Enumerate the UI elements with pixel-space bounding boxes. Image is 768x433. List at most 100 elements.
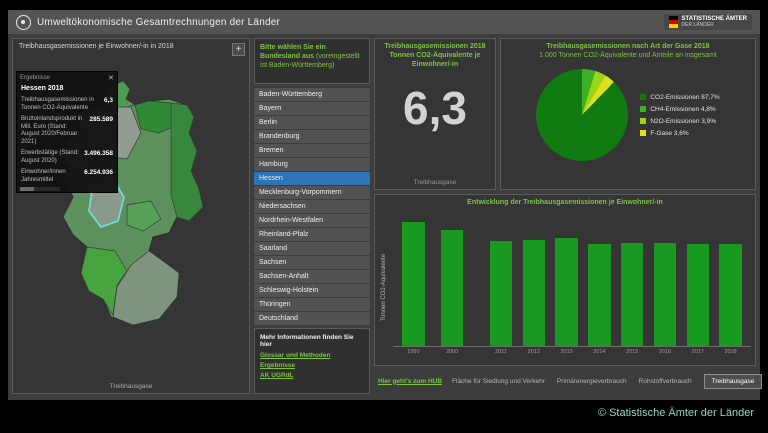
legend-item: CH4-Emissionen 4,8%: [640, 106, 719, 113]
legend-label: CO2-Emissionen 87,7%: [650, 94, 719, 101]
kpi-panel: Treibhausgasemissionen 2018 Tonnen CO2-Ä…: [374, 38, 496, 190]
x-tick-label: 2016: [649, 347, 682, 357]
state-item-saarland[interactable]: Saarland: [254, 242, 370, 255]
popup-scrollbar[interactable]: [20, 187, 60, 191]
state-item-bremen[interactable]: Bremen: [254, 144, 370, 157]
info-link[interactable]: AK UGRdL: [260, 372, 364, 379]
pie-chart-panel: Treibhausgasemissionen nach Art der Gase…: [500, 38, 756, 190]
nav-tab-primärenergieverbrauch[interactable]: Primärenergieverbrauch: [557, 378, 627, 385]
bar-2017[interactable]: [687, 244, 709, 346]
nav-tab-fläche-für-siedlung-und-verkehr[interactable]: Fläche für Siedlung und Verkehr: [452, 378, 545, 385]
nav-tab-treibhausgase[interactable]: Treibhausgase: [704, 374, 763, 389]
state-list: Baden-WürttembergBayernBerlinBrandenburg…: [254, 88, 370, 326]
bar-slot: [616, 217, 649, 346]
popup-row-value: 6,3: [104, 97, 113, 112]
legend-label: N2O-Emissionen 3,9%: [650, 118, 716, 125]
map-panel: Treibhausgasemissionen je Einwohner/-in …: [12, 38, 250, 394]
x-tick-label: 2013: [550, 347, 583, 357]
state-item-rheinland-pfalz[interactable]: Rheinland-Pfalz: [254, 228, 370, 241]
state-item-hessen[interactable]: Hessen: [254, 172, 370, 185]
legend-item: F-Gase 3,6%: [640, 130, 719, 137]
bar-2011[interactable]: [490, 241, 512, 346]
copyright: © Statistische Ämter der Länder: [598, 407, 754, 419]
popup-row: Erwerbstätige (Stand: August 2020)3.496.…: [17, 148, 117, 167]
state-shape-east[interactable]: [171, 103, 203, 221]
info-heading: Mehr Informationen finden Sie hier: [260, 334, 364, 348]
nav-tabs: Fläche für Siedlung und Verkehr Primärene…: [452, 374, 762, 389]
state-item-niedersachsen[interactable]: Niedersachsen: [254, 200, 370, 213]
x-tick-label: 2012: [517, 347, 550, 357]
selector-header: Bitte wählen Sie ein Bundesland aus (vor…: [254, 38, 370, 84]
pie-subtitle: 1 000 Tonnen CO2-Äquivalente und Anteile…: [505, 52, 751, 61]
state-item-bayern[interactable]: Bayern: [254, 102, 370, 115]
state-item-sachsen[interactable]: Sachsen: [254, 256, 370, 269]
x-tick-label: 2000: [436, 347, 469, 357]
info-link[interactable]: Ergebnisse: [260, 362, 364, 369]
bar-slot: [397, 217, 430, 346]
x-tick-label: 2018: [714, 347, 747, 357]
pie-chart[interactable]: [536, 69, 628, 161]
state-item-hamburg[interactable]: Hamburg: [254, 158, 370, 171]
legend-swatch-icon: [640, 118, 646, 124]
popup-row: Bruttoinlandsprodukt in Mill. Euro (Stan…: [17, 114, 117, 148]
bar-2012[interactable]: [523, 240, 545, 346]
legend-label: F-Gase 3,6%: [650, 130, 688, 137]
german-flag-icon: [669, 16, 678, 28]
bar-slot: [550, 217, 583, 346]
bar-2015[interactable]: [621, 243, 643, 346]
bar-slot: [436, 217, 469, 346]
close-icon[interactable]: ✕: [108, 74, 114, 82]
bar-2014[interactable]: [588, 244, 610, 346]
state-item-schleswig-holstein[interactable]: Schleswig-Holstein: [254, 284, 370, 297]
bar-chart-ylabel: Tonnen CO2-Äquivalente: [381, 217, 393, 357]
bar-slot: [485, 217, 518, 346]
legend-swatch-icon: [640, 130, 646, 136]
bar-chart-title: Entwicklung der Treibhausgasemissionen j…: [375, 195, 755, 208]
bar-slot: [714, 217, 747, 346]
x-tick-label: 2014: [583, 347, 616, 357]
state-item-nordrhein-westfalen[interactable]: Nordrhein-Westfalen: [254, 214, 370, 227]
bottom-nav: Hier geht's zum HUB Fläche für Siedlung …: [374, 370, 756, 392]
popup-row-value: 3.496.358: [84, 150, 113, 165]
bar-slot: [517, 217, 550, 346]
info-link[interactable]: Glossar und Methoden: [260, 352, 364, 359]
bar-xlabels: 1990200020112012201320142015201620172018: [393, 347, 751, 357]
state-item-sachsen-anhalt[interactable]: Sachsen-Anhalt: [254, 270, 370, 283]
app-title: Umweltökonomische Gesamtrechnungen der L…: [37, 17, 280, 28]
top-bar: Umweltökonomische Gesamtrechnungen der L…: [8, 10, 760, 34]
state-item-deutschland[interactable]: Deutschland: [254, 312, 370, 325]
bar-plot: [393, 217, 751, 347]
popup-title: Hessen 2018: [17, 84, 117, 95]
bar-2018[interactable]: [719, 244, 741, 346]
bar-2013[interactable]: [555, 238, 577, 346]
map-bottom-label: Treibhausgase: [13, 383, 249, 390]
bar-1990[interactable]: [402, 222, 424, 346]
screen: Umweltökonomische Gesamtrechnungen der L…: [0, 0, 768, 433]
state-item-baden-württemberg[interactable]: Baden-Württemberg: [254, 88, 370, 101]
state-item-berlin[interactable]: Berlin: [254, 116, 370, 129]
popup-rows: Treibhausgasemissionen in Tonnen CO2-Äqu…: [17, 95, 117, 186]
state-item-mecklenburg-vorpommern[interactable]: Mecklenburg-Vorpommern: [254, 186, 370, 199]
x-tick-label: 1990: [397, 347, 430, 357]
kpi-bottom-label: Treibhausgase: [375, 179, 495, 186]
bar-2016[interactable]: [654, 243, 676, 346]
nav-tab-rohstoffverbrauch[interactable]: Rohstoffverbrauch: [639, 378, 692, 385]
legend-item: N2O-Emissionen 3,9%: [640, 118, 719, 125]
bar-2000[interactable]: [441, 230, 463, 346]
legend-swatch-icon: [640, 106, 646, 112]
pie-legend: CO2-Emissionen 87,7% CH4-Emissionen 4,8% N…: [640, 94, 719, 137]
zoom-in-button[interactable]: +: [232, 43, 245, 56]
kpi-value: 6,3: [375, 81, 495, 135]
map-tooltip-popup: Ergebnisse ✕ Hessen 2018 Treibhausgasemi…: [16, 71, 118, 193]
x-tick-label: 2017: [681, 347, 714, 357]
state-item-brandenburg[interactable]: Brandenburg: [254, 130, 370, 143]
bar-slot: [583, 217, 616, 346]
hub-link[interactable]: Hier geht's zum HUB: [378, 378, 442, 385]
bar-slot: [681, 217, 714, 346]
brand-logo: STATISTISCHE ÄMTER DER LÄNDER: [664, 14, 752, 30]
kpi-title-line1: Treibhausgasemissionen 2018: [379, 43, 491, 52]
legend-swatch-icon: [640, 94, 646, 100]
popup-row-label: Bruttoinlandsprodukt in Mill. Euro (Stan…: [21, 116, 86, 146]
state-item-thüringen[interactable]: Thüringen: [254, 298, 370, 311]
popup-header: Ergebnisse: [20, 75, 50, 81]
